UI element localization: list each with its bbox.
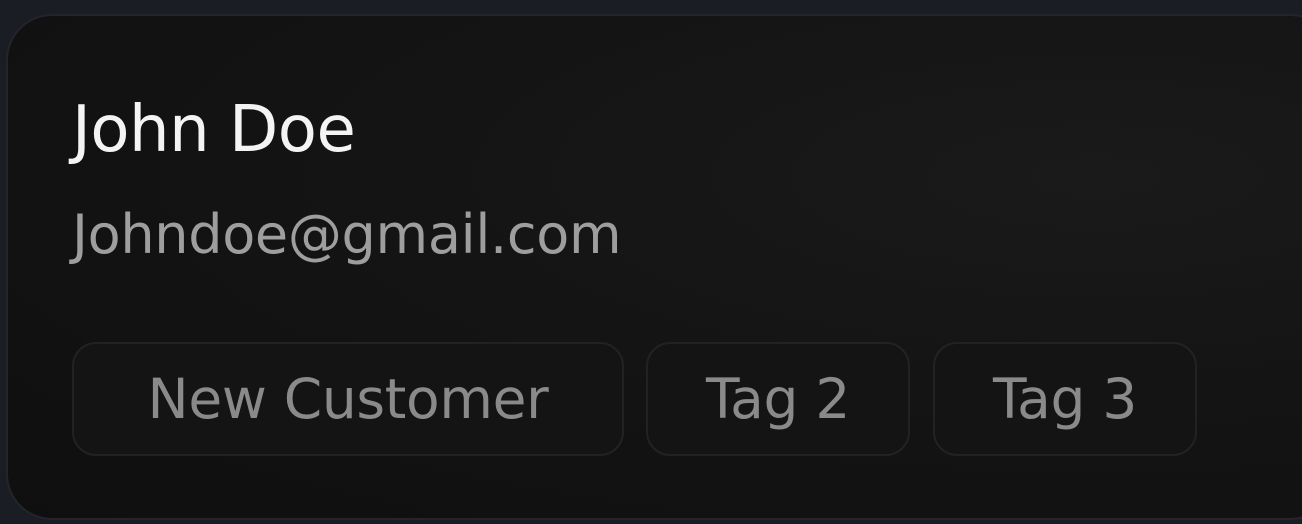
tag-3[interactable]: Tag 3 (933, 342, 1197, 456)
tag-new-customer[interactable]: New Customer (72, 342, 624, 456)
tag-label: New Customer (147, 366, 549, 431)
customer-email: Johndoe@gmail.com (72, 203, 622, 266)
tag-label: Tag 3 (992, 366, 1138, 431)
customer-name: John Doe (72, 93, 356, 167)
customer-card: John Doe Johndoe@gmail.com New Customer … (6, 14, 1302, 520)
tag-2[interactable]: Tag 2 (646, 342, 910, 456)
tag-label: Tag 2 (705, 366, 851, 431)
